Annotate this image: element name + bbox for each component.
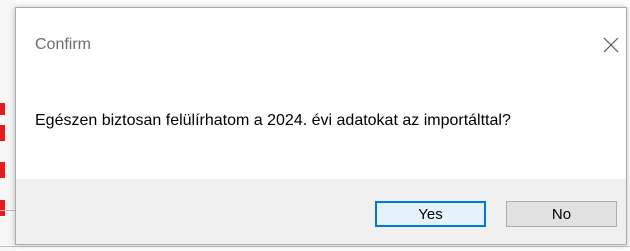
- background-divider: [0, 246, 630, 247]
- background-divider: [0, 210, 16, 211]
- close-icon: [603, 37, 619, 53]
- confirm-dialog: Confirm Egészen biztosan felülírhatom a …: [15, 7, 627, 245]
- background-red-mark: [0, 103, 5, 115]
- yes-button[interactable]: Yes: [375, 201, 486, 227]
- dialog-titlebar[interactable]: Confirm: [16, 8, 626, 74]
- background-red-mark: [0, 162, 5, 178]
- dialog-title: Confirm: [35, 36, 92, 53]
- dialog-message: Egészen biztosan felülírhatom a 2024. év…: [35, 112, 511, 129]
- dialog-footer: Yes No: [16, 179, 626, 244]
- background-red-mark: [0, 200, 5, 216]
- close-button[interactable]: [594, 32, 626, 60]
- dialog-content: Egészen biztosan felülírhatom a 2024. év…: [16, 74, 626, 179]
- background-red-mark: [0, 125, 5, 141]
- no-button[interactable]: No: [506, 201, 617, 227]
